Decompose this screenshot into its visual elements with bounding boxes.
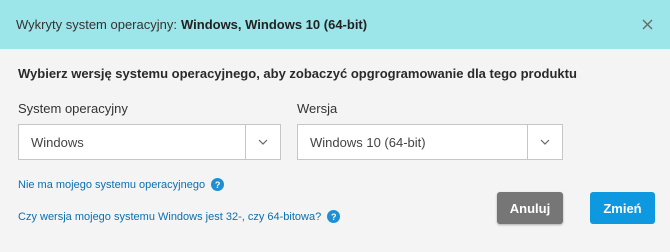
chevron-down-icon [540,139,550,145]
detected-os-banner: Wykryty system operacyjny: Windows, Wind… [0,0,670,49]
os-select-label: System operacyjny [18,101,128,116]
close-icon [642,19,652,29]
help-icon[interactable]: ? [327,210,341,223]
chevron-down-icon [258,139,268,145]
version-select-label: Wersja [297,101,338,116]
os-select-value: Windows [31,134,84,150]
os-select-toggle[interactable] [245,125,280,159]
detected-os-label: Wykryty system operacyjny: [16,17,177,32]
change-button[interactable]: Zmień [590,192,655,224]
version-select-value: Windows 10 (64-bit) [310,134,426,150]
no-os-link[interactable]: Nie ma mojego systemu operacyjnego ? [18,178,225,191]
version-select-toggle[interactable] [527,125,562,159]
bitness-link-text: Czy wersja mojego systemu Windows jest 3… [18,210,322,223]
version-select[interactable]: Windows 10 (64-bit) [297,124,563,160]
no-os-link-text: Nie ma mojego systemu operacyjnego [18,178,206,191]
help-icon[interactable]: ? [211,178,225,191]
page-heading: Wybierz wersję systemu operacyjnego, aby… [18,66,577,81]
close-button[interactable] [638,15,656,33]
cancel-button[interactable]: Anuluj [497,192,563,224]
bitness-link[interactable]: Czy wersja mojego systemu Windows jest 3… [18,210,341,223]
os-select[interactable]: Windows [18,124,281,160]
detected-os-value: Windows, Windows 10 (64-bit) [180,17,368,32]
